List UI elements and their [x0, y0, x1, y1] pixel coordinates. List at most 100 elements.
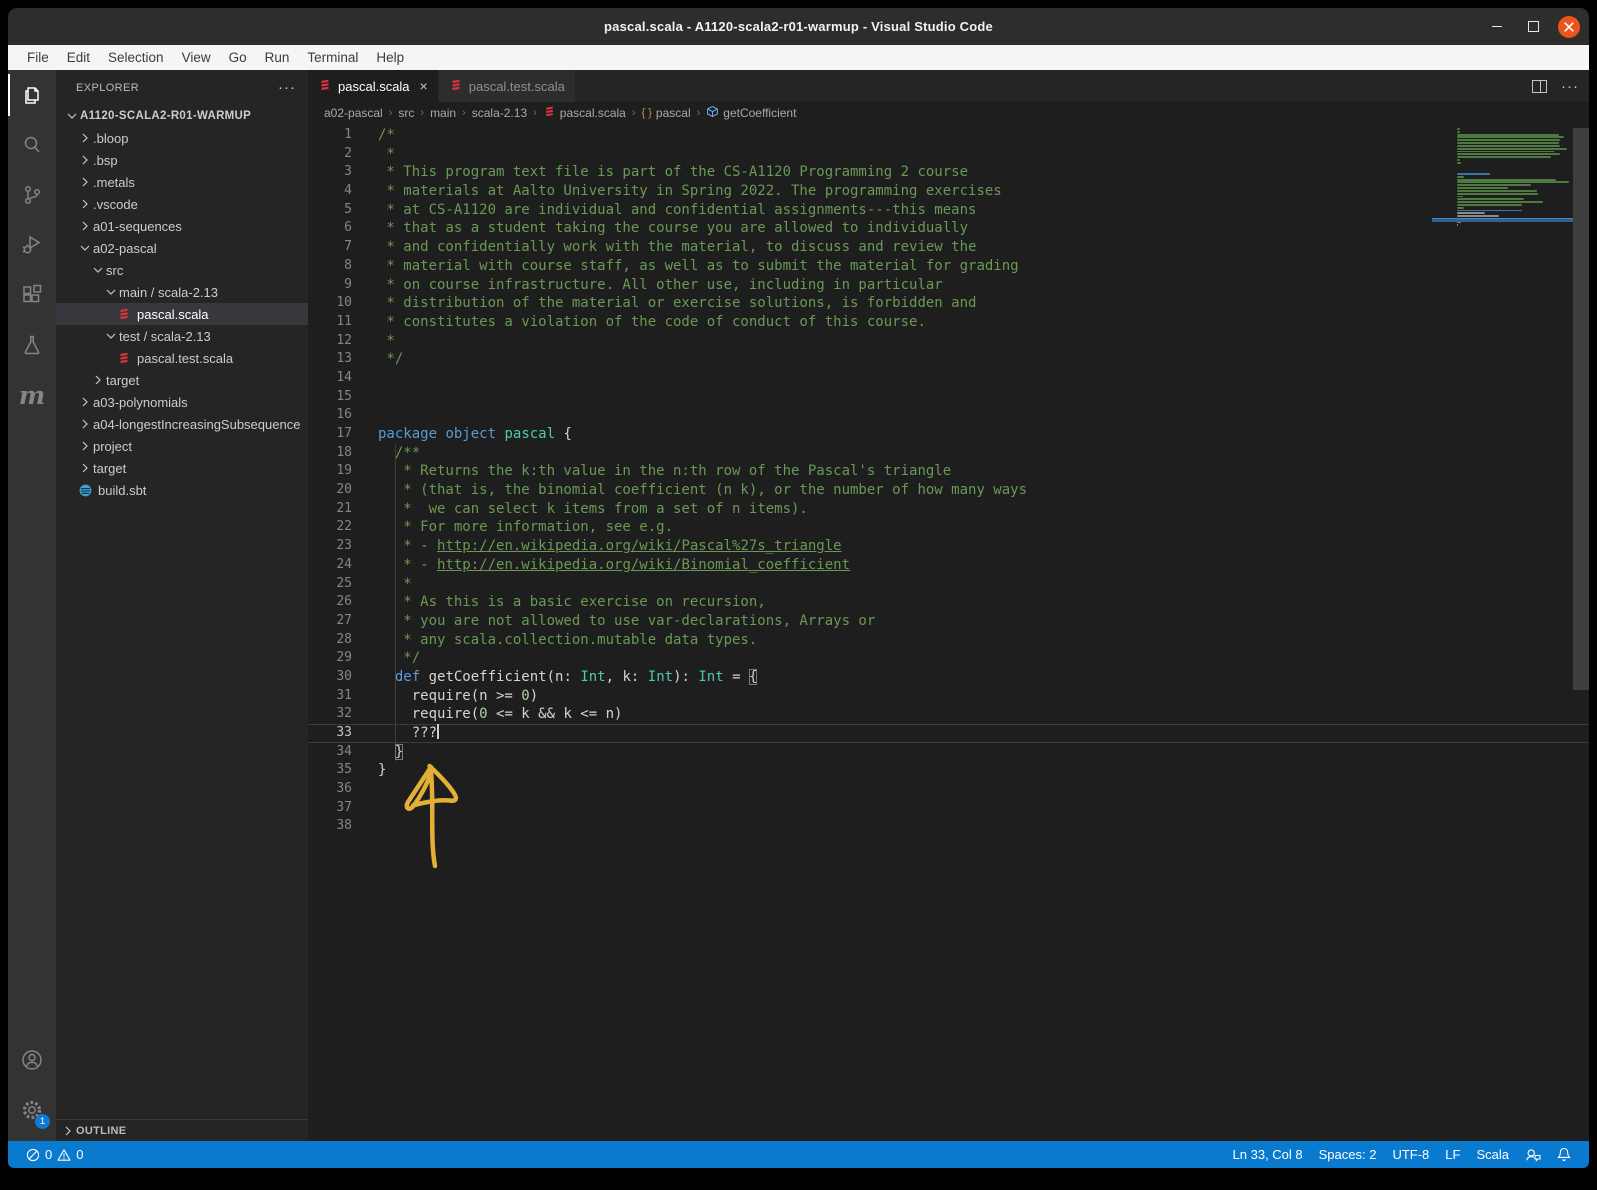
- testing-icon[interactable]: [8, 320, 56, 370]
- minimap[interactable]: [1432, 128, 1573, 235]
- tab-pascal.test.scala[interactable]: pascal.test.scala: [439, 70, 575, 102]
- code-line-17[interactable]: 17package object pascal {: [308, 425, 1589, 444]
- menu-view[interactable]: View: [173, 45, 220, 70]
- code-line-27[interactable]: 27 * you are not allowed to use var-decl…: [308, 612, 1589, 631]
- code-line-9[interactable]: 9 * on course infrastructure. All other …: [308, 276, 1589, 295]
- bell-icon[interactable]: [1549, 1141, 1579, 1168]
- code-line-10[interactable]: 10 * distribution of the material or exe…: [308, 294, 1589, 313]
- menu-go[interactable]: Go: [220, 45, 256, 70]
- menu-selection[interactable]: Selection: [99, 45, 173, 70]
- status-ln-33-col-8[interactable]: Ln 33, Col 8: [1225, 1141, 1311, 1168]
- code-line-34[interactable]: 34 }: [308, 743, 1589, 762]
- code-line-6[interactable]: 6 * that as a student taking the course …: [308, 219, 1589, 238]
- code-line-38[interactable]: 38: [308, 817, 1589, 836]
- tree-file-pascal.test.scala[interactable]: pascal.test.scala: [56, 347, 308, 369]
- code-line-28[interactable]: 28 * any scala.collection.mutable data t…: [308, 631, 1589, 650]
- code-line-31[interactable]: 31 require(n >= 0): [308, 687, 1589, 706]
- problems-status[interactable]: 0 0: [18, 1141, 91, 1168]
- code-line-15[interactable]: 15: [308, 388, 1589, 407]
- settings-icon[interactable]: 1: [8, 1085, 56, 1135]
- maximize-button[interactable]: [1521, 15, 1545, 39]
- tree-folder-project[interactable]: project: [56, 435, 308, 457]
- code-line-35[interactable]: 35}: [308, 761, 1589, 780]
- tab-close-icon[interactable]: ×: [420, 78, 428, 94]
- code-line-24[interactable]: 24 * - http://en.wikipedia.org/wiki/Bino…: [308, 556, 1589, 575]
- breadcrumb-scala-2.13[interactable]: scala-2.13: [472, 106, 527, 120]
- tree-folder-a04-longestincreasingsubsequence[interactable]: a04-longestIncreasingSubsequence: [56, 413, 308, 435]
- code-line-30[interactable]: 30 def getCoefficient(n: Int, k: Int): I…: [308, 668, 1589, 687]
- tree-file-pascal.scala[interactable]: pascal.scala: [56, 303, 308, 325]
- account-icon[interactable]: [8, 1035, 56, 1085]
- breadcrumb-getCoefficient[interactable]: getCoefficient: [706, 105, 796, 121]
- close-button[interactable]: [1557, 15, 1581, 39]
- code-line-25[interactable]: 25 *: [308, 575, 1589, 594]
- menu-edit[interactable]: Edit: [58, 45, 99, 70]
- tree-folder-target[interactable]: target: [56, 457, 308, 479]
- tree-folder-a02-pascal[interactable]: a02-pascal: [56, 237, 308, 259]
- outline-section[interactable]: OUTLINE: [56, 1119, 308, 1141]
- code-line-23[interactable]: 23 * - http://en.wikipedia.org/wiki/Pasc…: [308, 537, 1589, 556]
- tree-folder-.bsp[interactable]: .bsp: [56, 149, 308, 171]
- code-line-5[interactable]: 5 * at CS-A1120 are individual and confi…: [308, 201, 1589, 220]
- search-icon[interactable]: [8, 120, 56, 170]
- tree-folder-.bloop[interactable]: .bloop: [56, 127, 308, 149]
- breadcrumb-pascal[interactable]: { }pascal: [642, 106, 691, 120]
- code-line-33[interactable]: 33 ???: [308, 724, 1589, 743]
- code-line-29[interactable]: 29 */: [308, 649, 1589, 668]
- editor-scrollbar[interactable]: [1573, 128, 1589, 690]
- code-line-16[interactable]: 16: [308, 406, 1589, 425]
- tree-folder-test-scala-2.13[interactable]: test / scala-2.13: [56, 325, 308, 347]
- code-line-37[interactable]: 37: [308, 799, 1589, 818]
- tree-folder-a1120-scala2-r01-warmup[interactable]: A1120-SCALA2-R01-WARMUP: [56, 105, 308, 127]
- breadcrumb-main[interactable]: main: [430, 106, 456, 120]
- tree-file-build.sbt[interactable]: build.sbt: [56, 479, 308, 501]
- tree-folder-main-scala-2.13[interactable]: main / scala-2.13: [56, 281, 308, 303]
- breadcrumb-a02-pascal[interactable]: a02-pascal: [324, 106, 383, 120]
- breadcrumb-src[interactable]: src: [398, 106, 414, 120]
- explorer-icon[interactable]: [8, 70, 56, 120]
- menu-run[interactable]: Run: [256, 45, 299, 70]
- code-line-22[interactable]: 22 * For more information, see e.g.: [308, 518, 1589, 537]
- code-line-3[interactable]: 3 * This program text file is part of th…: [308, 163, 1589, 182]
- menu-terminal[interactable]: Terminal: [298, 45, 367, 70]
- code-line-1[interactable]: 1/*: [308, 126, 1589, 145]
- tree-folder-src[interactable]: src: [56, 259, 308, 281]
- split-editor-icon[interactable]: [1532, 80, 1547, 93]
- tree-folder-.vscode[interactable]: .vscode: [56, 193, 308, 215]
- code-line-14[interactable]: 14: [308, 369, 1589, 388]
- source-control-icon[interactable]: [8, 170, 56, 220]
- tab-pascal.scala[interactable]: pascal.scala×: [308, 70, 438, 102]
- menu-help[interactable]: Help: [367, 45, 413, 70]
- code-line-26[interactable]: 26 * As this is a basic exercise on recu…: [308, 593, 1589, 612]
- feedback-icon[interactable]: [1517, 1141, 1549, 1168]
- explorer-more-actions-button[interactable]: ···: [278, 79, 296, 96]
- code-editor[interactable]: 1/*2 *3 * This program text file is part…: [308, 124, 1589, 1141]
- status-lf[interactable]: LF: [1437, 1141, 1468, 1168]
- code-line-20[interactable]: 20 * (that is, the binomial coefficient …: [308, 481, 1589, 500]
- status-spaces-2[interactable]: Spaces: 2: [1311, 1141, 1385, 1168]
- metals-icon[interactable]: m: [8, 370, 56, 420]
- code-line-12[interactable]: 12 *: [308, 332, 1589, 351]
- code-line-21[interactable]: 21 * we can select k items from a set of…: [308, 500, 1589, 519]
- tree-folder-a03-polynomials[interactable]: a03-polynomials: [56, 391, 308, 413]
- tree-folder-a01-sequences[interactable]: a01-sequences: [56, 215, 308, 237]
- code-line-32[interactable]: 32 require(0 <= k && k <= n): [308, 705, 1589, 724]
- code-line-11[interactable]: 11 * constitutes a violation of the code…: [308, 313, 1589, 332]
- code-line-19[interactable]: 19 * Returns the k:th value in the n:th …: [308, 462, 1589, 481]
- minimize-button[interactable]: [1485, 15, 1509, 39]
- breadcrumb-pascal.scala[interactable]: pascal.scala: [543, 105, 626, 121]
- tree-folder-target[interactable]: target: [56, 369, 308, 391]
- menu-file[interactable]: File: [18, 45, 58, 70]
- code-line-2[interactable]: 2 *: [308, 145, 1589, 164]
- code-line-7[interactable]: 7 * and confidentially work with the mat…: [308, 238, 1589, 257]
- run-debug-icon[interactable]: [8, 220, 56, 270]
- code-line-13[interactable]: 13 */: [308, 350, 1589, 369]
- code-line-4[interactable]: 4 * materials at Aalto University in Spr…: [308, 182, 1589, 201]
- extensions-icon[interactable]: [8, 270, 56, 320]
- code-line-36[interactable]: 36: [308, 780, 1589, 799]
- status-scala[interactable]: Scala: [1468, 1141, 1517, 1168]
- editor-more-actions-button[interactable]: ···: [1561, 78, 1579, 95]
- code-line-18[interactable]: 18 /**: [308, 444, 1589, 463]
- status-utf-8[interactable]: UTF-8: [1384, 1141, 1437, 1168]
- code-line-8[interactable]: 8 * material with course staff, as well …: [308, 257, 1589, 276]
